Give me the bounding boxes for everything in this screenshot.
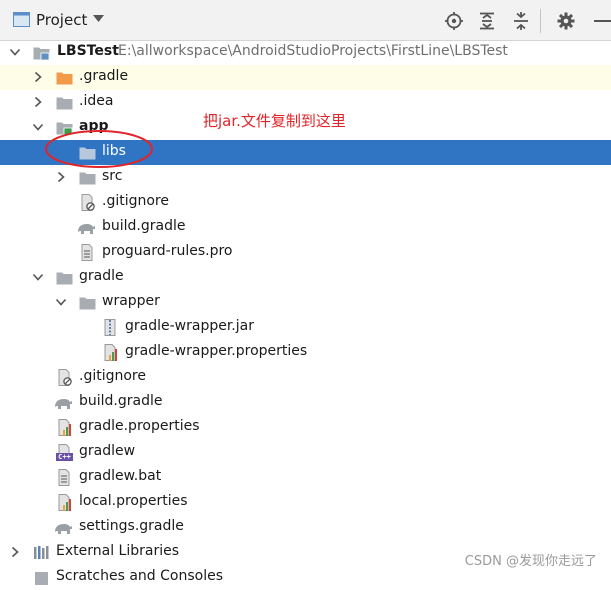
tree-item-label: src — [102, 168, 123, 184]
red-highlight-ellipse — [45, 130, 153, 168]
gradle-elephant-icon — [55, 524, 72, 534]
cpp-file-icon: C++ — [56, 444, 73, 461]
tree-row-wrapper[interactable]: wrapper — [0, 290, 611, 315]
tree-item-label: settings.gradle — [79, 518, 184, 534]
tree-item-label: gradlew.bat — [79, 468, 162, 484]
folder-icon — [79, 172, 96, 185]
jar-archive-icon — [104, 319, 116, 336]
tree-row-gradlew-bat[interactable]: gradlew.bat — [0, 465, 611, 490]
text-file-icon — [58, 469, 70, 486]
tree-item-label: gradle — [79, 268, 124, 284]
tree-row-root-gitignore[interactable]: .gitignore — [0, 365, 611, 390]
project-view-icon — [13, 12, 30, 27]
tree-item-label: gradle-wrapper.jar — [125, 318, 254, 334]
tree-item-label: local.properties — [79, 493, 188, 509]
root-project-name: LBSTest — [57, 43, 119, 59]
tree-row-wrapper-properties[interactable]: gradle-wrapper.properties — [0, 340, 611, 365]
project-toolbar: Project — [0, 0, 611, 41]
hide-icon[interactable] — [590, 12, 611, 30]
root-project-path: E:\allworkspace\AndroidStudioProjects\Fi… — [118, 43, 508, 59]
tree-row-app-gitignore[interactable]: .gitignore — [0, 190, 611, 215]
tree-item-label: build.gradle — [79, 393, 163, 409]
scratches-icon — [35, 572, 48, 585]
expand-all-icon[interactable] — [478, 12, 496, 30]
chevron-down-icon[interactable] — [9, 46, 21, 58]
chevron-right-icon[interactable] — [55, 171, 67, 183]
chevron-down-icon[interactable] — [32, 121, 44, 133]
properties-file-icon — [104, 344, 117, 361]
tree-item-label: External Libraries — [56, 543, 179, 559]
properties-file-icon — [58, 419, 71, 436]
folder-icon — [56, 97, 73, 110]
tree-item-label: build.gradle — [102, 218, 186, 234]
folder-icon — [56, 72, 73, 85]
tree-row-settings-gradle[interactable]: settings.gradle — [0, 515, 611, 540]
chevron-right-icon[interactable] — [32, 96, 44, 108]
text-file-icon — [81, 244, 93, 261]
toolbar-separator — [540, 9, 541, 33]
annotation-note: 把jar.文件复制到这里 — [203, 112, 346, 130]
tree-item-label: Scratches and Consoles — [56, 568, 223, 584]
tree-row-app-build-gradle[interactable]: build.gradle — [0, 215, 611, 240]
tree-row-local-properties[interactable]: local.properties — [0, 490, 611, 515]
tree-row-gradle-properties[interactable]: gradle.properties — [0, 415, 611, 440]
collapse-all-icon[interactable] — [512, 12, 530, 30]
chevron-right-icon[interactable] — [9, 546, 21, 558]
chevron-right-icon[interactable] — [32, 71, 44, 83]
tree-row-gradle-cache[interactable]: .gradle — [0, 65, 611, 90]
tree-row-root-build-gradle[interactable]: build.gradle — [0, 390, 611, 415]
chevron-down-icon[interactable] — [32, 271, 44, 283]
tree-item-label: gradlew — [79, 443, 136, 459]
properties-file-icon — [58, 494, 71, 511]
tree-row-gradlew[interactable]: C++ gradlew — [0, 440, 611, 465]
project-view-title[interactable]: Project — [36, 11, 87, 29]
tree-row-wrapper-jar[interactable]: gradle-wrapper.jar — [0, 315, 611, 340]
view-dropdown-chevron-icon[interactable] — [93, 15, 104, 22]
gradle-elephant-icon — [78, 224, 95, 234]
locate-icon[interactable] — [445, 12, 463, 30]
library-icon — [34, 546, 49, 559]
tree-item-label: gradle-wrapper.properties — [125, 343, 308, 359]
tree-row-root[interactable]: LBSTest E:\allworkspace\AndroidStudioPro… — [0, 40, 611, 65]
tree-item-label: .gitignore — [79, 368, 146, 384]
module-folder-icon — [33, 47, 50, 61]
ignore-file-icon — [58, 369, 72, 386]
tree-item-label: wrapper — [102, 293, 160, 309]
folder-icon — [79, 297, 96, 310]
tree-row-proguard[interactable]: proguard-rules.pro — [0, 240, 611, 265]
chevron-down-icon[interactable] — [55, 296, 67, 308]
gear-icon[interactable] — [557, 12, 575, 30]
gradle-elephant-icon — [55, 399, 72, 409]
folder-icon — [56, 272, 73, 285]
watermark: CSDN @发现你走远了 — [464, 554, 597, 569]
tree-item-label: .idea — [79, 93, 114, 109]
tree-row-gradle-folder[interactable]: gradle — [0, 265, 611, 290]
tree-item-label: gradle.properties — [79, 418, 200, 434]
ignore-file-icon — [81, 194, 95, 211]
tree-item-label: .gradle — [79, 68, 129, 84]
tree-item-label: .gitignore — [102, 193, 169, 209]
tree-item-label: proguard-rules.pro — [102, 243, 233, 259]
